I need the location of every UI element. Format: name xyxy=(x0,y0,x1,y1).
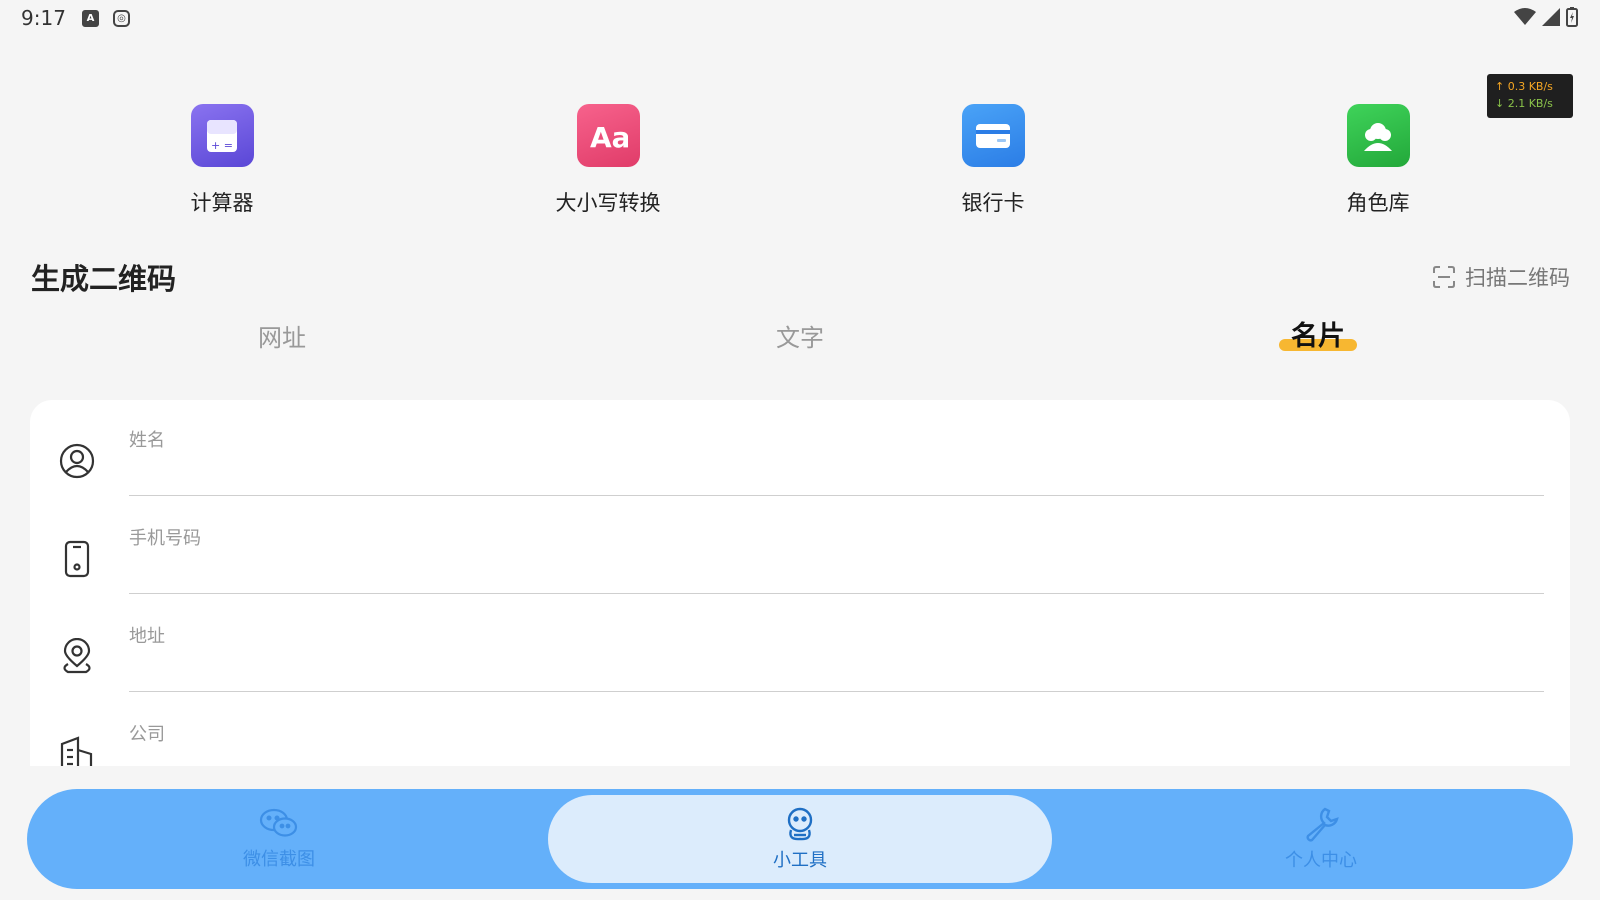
phone-input[interactable] xyxy=(129,550,1544,594)
nav-tools[interactable]: 小工具 xyxy=(548,795,1052,883)
status-bar: 9:17 A ◎ xyxy=(0,0,1600,40)
nav-personal-center[interactable]: 个人中心 xyxy=(1069,795,1573,883)
tools-row: + = 计算器 Aa 大小写转换 银行卡 角色库 xyxy=(0,104,1600,217)
business-card-form: 姓名 手机号码 地址 公司 xyxy=(30,400,1570,766)
status-time: 9:17 xyxy=(21,6,66,30)
phone-field: 手机号码 xyxy=(30,498,1570,596)
tab-text[interactable]: 文字 xyxy=(776,318,824,353)
name-field: 姓名 xyxy=(30,400,1570,498)
tab-active-label: 名片 xyxy=(1291,321,1345,352)
tab-label: 名片 xyxy=(1279,314,1357,353)
tool-case-convert[interactable]: Aa 大小写转换 xyxy=(518,104,698,217)
bank-card-icon xyxy=(961,104,1025,167)
company-field: 公司 xyxy=(30,694,1570,766)
network-upload-speed: ↑ 0.3 KB/s xyxy=(1495,80,1553,93)
tool-label: 角色库 xyxy=(1346,191,1410,215)
a-icon: A xyxy=(82,10,99,27)
phone-field-label: 手机号码 xyxy=(129,528,201,549)
tool-calculator[interactable]: + = 计算器 xyxy=(132,104,312,217)
phone-icon xyxy=(64,540,90,578)
svg-text:Aa: Aa xyxy=(590,121,628,153)
address-field: 地址 xyxy=(30,596,1570,694)
tab-url[interactable]: 网址 xyxy=(258,318,306,353)
battery-icon xyxy=(1566,7,1578,27)
name-field-label: 姓名 xyxy=(129,430,165,451)
tab-label: 文字 xyxy=(776,324,824,352)
nav-label: 个人中心 xyxy=(1285,850,1357,871)
address-input[interactable] xyxy=(129,648,1544,692)
tools-icon xyxy=(787,807,813,841)
address-field-label: 地址 xyxy=(129,626,165,647)
nav-wechat-screenshot[interactable]: 微信截图 xyxy=(27,795,531,883)
svg-text:+ =: + = xyxy=(211,139,233,152)
scan-qr-label: 扫描二维码 xyxy=(1465,266,1570,290)
case-convert-icon: Aa xyxy=(576,104,640,167)
location-icon xyxy=(63,638,91,674)
tool-label: 大小写转换 xyxy=(555,191,661,215)
status-right xyxy=(1514,7,1578,27)
person-icon xyxy=(59,443,95,479)
character-library-icon xyxy=(1346,104,1410,167)
section-title: 生成二维码 xyxy=(31,262,177,296)
wrench-icon xyxy=(1306,807,1339,842)
scan-qr-button[interactable]: 扫描二维码 xyxy=(1433,262,1570,292)
company-field-label: 公司 xyxy=(129,724,165,745)
name-input[interactable] xyxy=(129,452,1544,496)
nav-label: 小工具 xyxy=(773,850,827,871)
tool-character-library[interactable]: 角色库 xyxy=(1288,104,1468,217)
signal-icon xyxy=(1542,8,1560,26)
building-icon xyxy=(60,736,93,766)
wechat-icon xyxy=(259,808,298,837)
scan-icon xyxy=(1433,266,1455,288)
calculator-icon: + = xyxy=(190,104,254,167)
tab-label: 网址 xyxy=(258,324,306,352)
qr-type-tabs: 网址 文字 名片 xyxy=(0,318,1600,368)
wifi-icon xyxy=(1514,8,1536,25)
notification-icon: ◎ xyxy=(113,10,130,27)
tool-bank-card[interactable]: 银行卡 xyxy=(903,104,1083,217)
company-input[interactable] xyxy=(129,746,1544,766)
tool-label: 银行卡 xyxy=(961,191,1025,215)
bottom-navigation: 微信截图 小工具 个人中心 xyxy=(27,789,1573,889)
nav-label: 微信截图 xyxy=(243,849,315,870)
tool-label: 计算器 xyxy=(190,191,254,215)
tab-business-card[interactable]: 名片 xyxy=(1279,314,1357,353)
